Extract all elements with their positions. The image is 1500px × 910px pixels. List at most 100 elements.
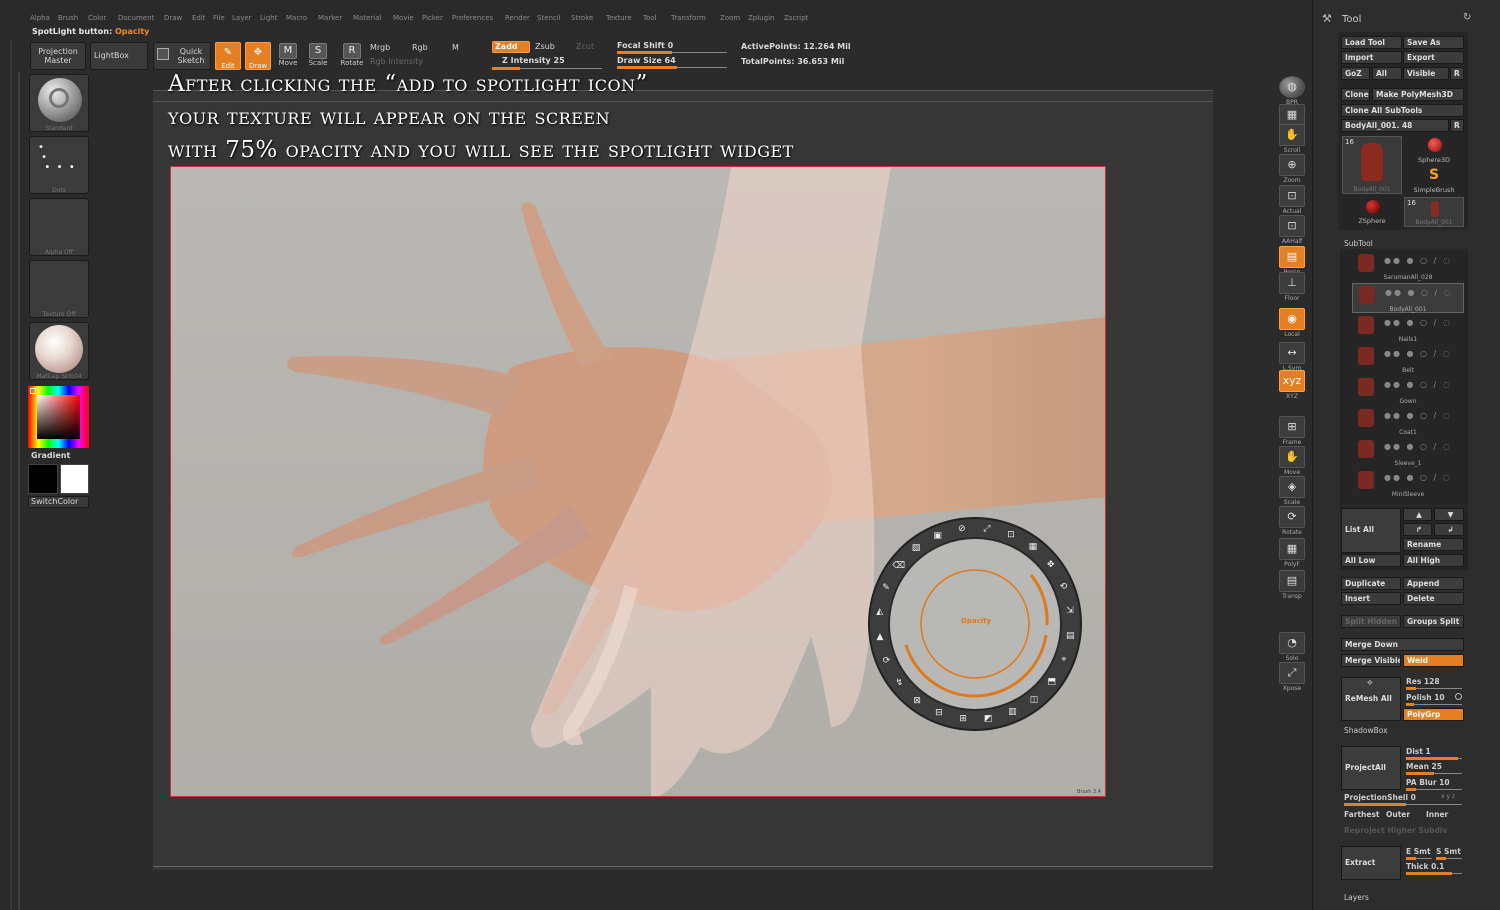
move-down-button[interactable]: ▼ [1434, 508, 1464, 521]
subtool-visibility-icon[interactable]: ●● ● ○ ∕ ◌ [1384, 473, 1452, 482]
tool-thumb-zsphere[interactable]: ZSphere [1342, 197, 1402, 227]
extract-button[interactable]: Extract [1341, 846, 1401, 880]
subtool-visibility-icon[interactable]: ●● ● ○ ∕ ◌ [1385, 288, 1453, 297]
delete-button[interactable]: Delete [1403, 592, 1464, 605]
inner-button[interactable]: Inner [1426, 810, 1448, 819]
import-button[interactable]: Import [1341, 51, 1402, 64]
spotlight-tool-icon[interactable]: ▧ [910, 542, 922, 554]
menu-item-color[interactable]: Color [88, 14, 106, 22]
arrow-down-button[interactable]: ↲ [1434, 523, 1464, 536]
goz-r-button[interactable]: R [1450, 67, 1464, 80]
spotlight-tool-icon[interactable]: ⌖ [1058, 654, 1070, 666]
goz-button[interactable]: GoZ [1341, 67, 1370, 80]
subtool-row[interactable]: ●● ● ○ ∕ ◌ Sleeve_1 [1352, 438, 1464, 468]
subtool-visibility-icon[interactable]: ●● ● ○ ∕ ◌ [1384, 380, 1452, 389]
spotlight-tool-icon[interactable]: ⌫ [892, 560, 905, 572]
m-button[interactable]: M [452, 43, 459, 52]
menu-item-zplugin[interactable]: Zplugin [748, 14, 774, 22]
spotlight-tool-icon[interactable]: ⤢ [981, 523, 993, 535]
groups-split-button[interactable]: Groups Split [1403, 615, 1464, 628]
rgb-intensity-slider[interactable]: Rgb Intensity [370, 57, 423, 66]
menu-item-edit[interactable]: Edit [192, 14, 206, 22]
project-all-button[interactable]: ProjectAll [1341, 746, 1401, 790]
goz-visible-button[interactable]: Visible [1403, 67, 1449, 80]
weld-button[interactable]: Weld [1403, 654, 1464, 667]
insert-button[interactable]: Insert [1341, 592, 1401, 605]
shelf-solo-button[interactable]: ◔ Solo [1278, 632, 1306, 662]
shelf-lsym-button[interactable]: ↔ L.Sym [1278, 342, 1306, 372]
clone-button[interactable]: Clone [1341, 88, 1370, 101]
spotlight-tool-icon[interactable]: ▦ [1027, 541, 1039, 553]
menu-item-preferences[interactable]: Preferences [452, 14, 493, 22]
menu-item-movie[interactable]: Movie [393, 14, 414, 22]
main-color-swatch[interactable] [60, 464, 89, 494]
all-high-button[interactable]: All High [1403, 554, 1464, 567]
dist-slider[interactable]: Dist 1 [1406, 747, 1431, 756]
polish-track[interactable] [1406, 703, 1462, 706]
export-button[interactable]: Export [1403, 51, 1464, 64]
edit-button[interactable]: ✎ Edit [215, 42, 241, 70]
rgb-button[interactable]: Rgb [412, 43, 428, 52]
spotlight-tool-icon[interactable]: ⟳ [881, 655, 893, 667]
goz-all-button[interactable]: All [1372, 67, 1402, 80]
spotlight-tool-icon[interactable]: ⊘ [956, 523, 968, 535]
spotlight-tool-icon[interactable]: ✥ [1045, 559, 1057, 571]
e-smt-track[interactable] [1406, 857, 1432, 860]
subtool-header[interactable]: SubTool [1344, 239, 1373, 248]
spotlight-tool-icon[interactable]: ⇲ [1064, 605, 1076, 617]
tool-thumb-bodyall[interactable]: 16 BodyAll_001 [1342, 136, 1402, 194]
save-as-button[interactable]: Save As [1403, 36, 1464, 49]
arrow-up-button[interactable]: ↱ [1403, 523, 1432, 536]
menu-item-layer[interactable]: Layer [232, 14, 252, 22]
menu-item-light[interactable]: Light [260, 14, 277, 22]
spotlight-tool-icon[interactable]: ◫ [1028, 694, 1040, 706]
outer-button[interactable]: Outer [1386, 810, 1410, 819]
layers-header[interactable]: Layers [1344, 893, 1369, 902]
spotlight-tool-icon[interactable]: ↯ [893, 677, 905, 689]
alpha-tile[interactable]: Alpha Off [29, 198, 89, 256]
duplicate-button[interactable]: Duplicate [1341, 577, 1401, 590]
menu-item-alpha[interactable]: Alpha [30, 14, 50, 22]
shelf-aahalf-button[interactable]: ⊡ AAHalf [1278, 215, 1306, 245]
spotlight-tool-icon[interactable]: ⊞ [957, 713, 969, 725]
shelf-frame-button[interactable]: ⊞ Frame [1278, 416, 1306, 446]
spotlight-tool-icon[interactable]: ◭ [874, 606, 886, 618]
spotlight-tool-icon[interactable]: ◩ [982, 713, 994, 725]
make-polymesh-button[interactable]: Make PolyMesh3D [1372, 88, 1464, 101]
menu-item-stroke[interactable]: Stroke [571, 14, 593, 22]
brush-tile[interactable]: Standard [29, 74, 89, 132]
color-picker[interactable] [28, 386, 89, 448]
s-smt-track[interactable] [1436, 857, 1462, 860]
material-tile[interactable]: MatCap Skin04 [29, 322, 89, 380]
shadowbox-header[interactable]: ShadowBox [1344, 726, 1388, 735]
menu-item-picker[interactable]: Picker [422, 14, 443, 22]
menu-item-draw[interactable]: Draw [164, 14, 182, 22]
subtool-row[interactable]: ●● ● ○ ∕ ◌ SarumanAll_028 [1352, 252, 1464, 282]
menu-item-material[interactable]: Material [353, 14, 381, 22]
zsub-button[interactable]: Zsub [535, 42, 555, 51]
all-low-button[interactable]: All Low [1341, 554, 1401, 567]
subtool-visibility-icon[interactable]: ●● ● ○ ∕ ◌ [1384, 442, 1452, 451]
menu-item-zoom[interactable]: Zoom [720, 14, 740, 22]
load-tool-button[interactable]: Load Tool [1341, 36, 1402, 49]
spotlight-tool-icon[interactable]: ▣ [932, 530, 944, 542]
move-up-button[interactable]: ▲ [1403, 508, 1432, 521]
shelf-bpr-button[interactable]: ◍ BPR [1278, 76, 1306, 106]
rotate-button[interactable]: R Rotate [338, 43, 366, 67]
color-picker-square[interactable] [37, 395, 80, 439]
e-smt-slider[interactable]: E Smt [1406, 847, 1431, 856]
thick-slider[interactable]: Thick 0.1 [1406, 862, 1444, 871]
mrgb-button[interactable]: Mrgb [370, 43, 390, 52]
secondary-color-swatch[interactable] [28, 464, 58, 494]
spotlight-tool-icon[interactable]: ⊠ [911, 695, 923, 707]
menu-item-stencil[interactable]: Stencil [537, 14, 561, 22]
shelf-local-button[interactable]: ◉ Local [1278, 308, 1306, 338]
menu-item-file[interactable]: File [213, 14, 225, 22]
menu-item-marker[interactable]: Marker [318, 14, 342, 22]
subtool-row[interactable]: ●● ● ○ ∕ ◌ BodyAll_001 [1352, 283, 1464, 313]
focal-shift-track[interactable] [617, 51, 727, 54]
merge-down-button[interactable]: Merge Down [1341, 638, 1464, 651]
zadd-button[interactable]: Zadd [492, 41, 530, 53]
texture-tile[interactable]: Texture Off [29, 260, 89, 318]
focal-shift-slider[interactable]: Focal Shift 0 [617, 41, 673, 50]
